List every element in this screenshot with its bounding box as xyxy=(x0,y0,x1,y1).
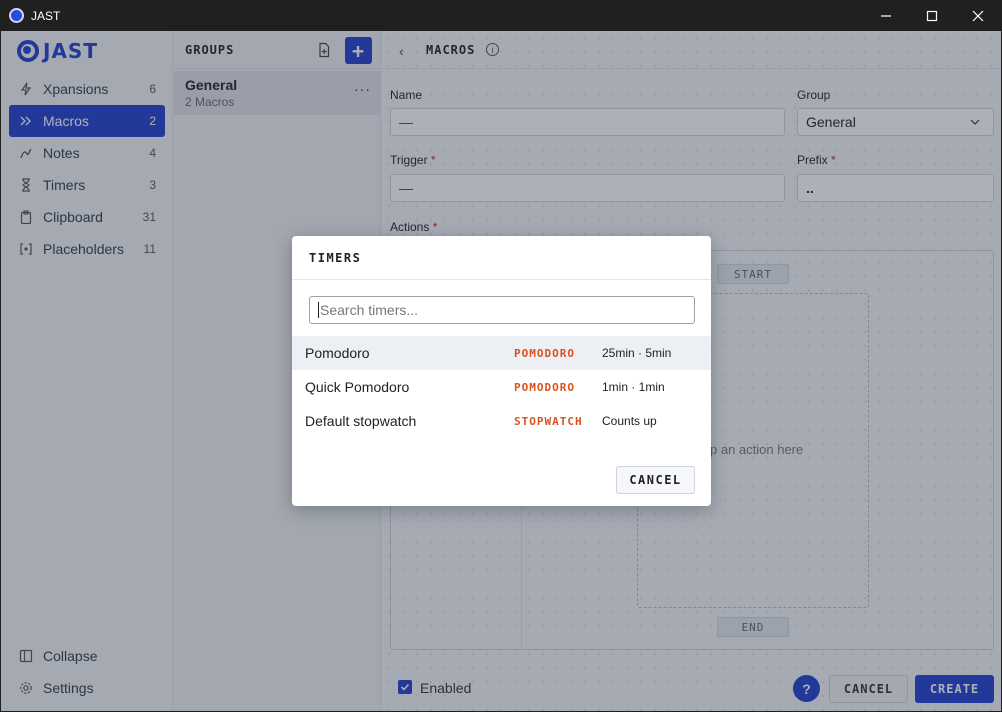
timer-row-quick-pomodoro[interactable]: Quick Pomodoro POMODORO 1min · 1min xyxy=(292,370,711,404)
window-title: JAST xyxy=(31,9,61,23)
window-titlebar: JAST xyxy=(0,0,1002,31)
timer-description: 1min · 1min xyxy=(602,380,665,394)
dialog-divider xyxy=(292,279,711,280)
timer-name: Default stopwatch xyxy=(305,413,417,429)
app-logo-icon xyxy=(9,8,24,23)
maximize-icon xyxy=(926,10,938,21)
dialog-cancel-button[interactable]: CANCEL xyxy=(616,466,695,494)
app-window: JAST Xpansions 6 Macros 2 Notes 4 Timers xyxy=(1,31,1001,711)
timer-row-default-stopwatch[interactable]: Default stopwatch STOPWATCH Counts up xyxy=(292,404,711,438)
timer-name: Quick Pomodoro xyxy=(305,379,410,395)
timer-row-pomodoro[interactable]: Pomodoro POMODORO 25min · 5min xyxy=(292,336,711,370)
dialog-title: TIMERS xyxy=(309,251,362,265)
close-icon xyxy=(972,10,984,21)
timer-name: Pomodoro xyxy=(305,345,370,361)
timer-type: POMODORO xyxy=(514,381,575,394)
timer-description: 25min · 5min xyxy=(602,346,672,360)
minimize-button[interactable] xyxy=(863,0,909,31)
text-caret xyxy=(318,302,319,318)
search-timers-input[interactable]: Search timers... xyxy=(309,296,695,324)
timer-type: STOPWATCH xyxy=(514,415,583,428)
timer-type: POMODORO xyxy=(514,347,575,360)
timers-dialog: TIMERS Search timers... Pomodoro POMODOR… xyxy=(292,236,711,506)
minimize-icon xyxy=(881,14,891,17)
search-placeholder: Search timers... xyxy=(320,302,419,318)
timer-description: Counts up xyxy=(602,414,657,428)
close-button[interactable] xyxy=(955,0,1001,31)
maximize-button[interactable] xyxy=(909,0,955,31)
